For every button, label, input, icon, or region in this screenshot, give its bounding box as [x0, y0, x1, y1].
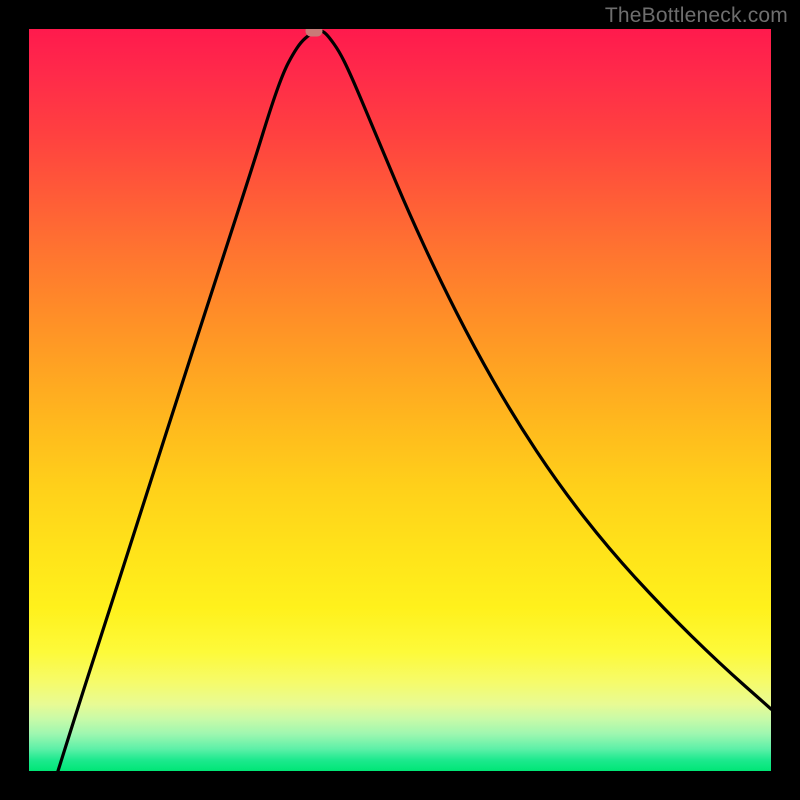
curve-svg — [29, 29, 771, 771]
plot-area — [29, 29, 771, 771]
chart-frame: TheBottleneck.com — [0, 0, 800, 800]
watermark-text: TheBottleneck.com — [605, 4, 788, 28]
bottleneck-curve-path — [58, 31, 771, 771]
minimum-marker — [306, 29, 323, 37]
